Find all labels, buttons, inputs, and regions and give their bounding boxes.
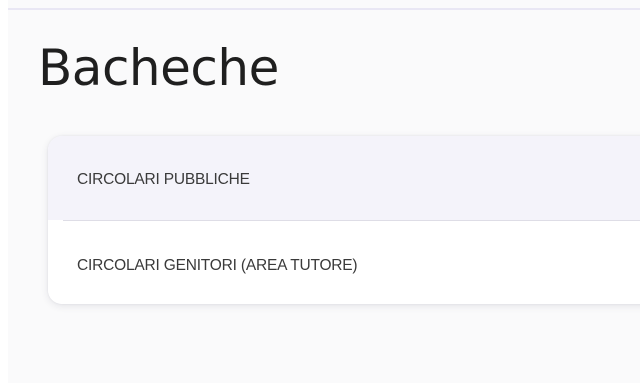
top-border-line xyxy=(8,8,640,10)
board-item-label: CIRCOLARI GENITORI (AREA TUTORE) xyxy=(77,257,358,274)
board-item-circolari-pubbliche[interactable]: CIRCOLARI PUBBLICHE xyxy=(48,136,640,220)
boards-card: CIRCOLARI PUBBLICHE CIRCOLARI GENITORI (… xyxy=(48,136,640,304)
left-edge-strip xyxy=(0,0,8,383)
page-background: Bacheche CIRCOLARI PUBBLICHE CIRCOLARI G… xyxy=(0,0,640,383)
board-item-label: CIRCOLARI PUBBLICHE xyxy=(77,171,250,188)
page-title: Bacheche xyxy=(38,39,279,97)
board-item-circolari-genitori[interactable]: CIRCOLARI GENITORI (AREA TUTORE) xyxy=(48,221,640,304)
